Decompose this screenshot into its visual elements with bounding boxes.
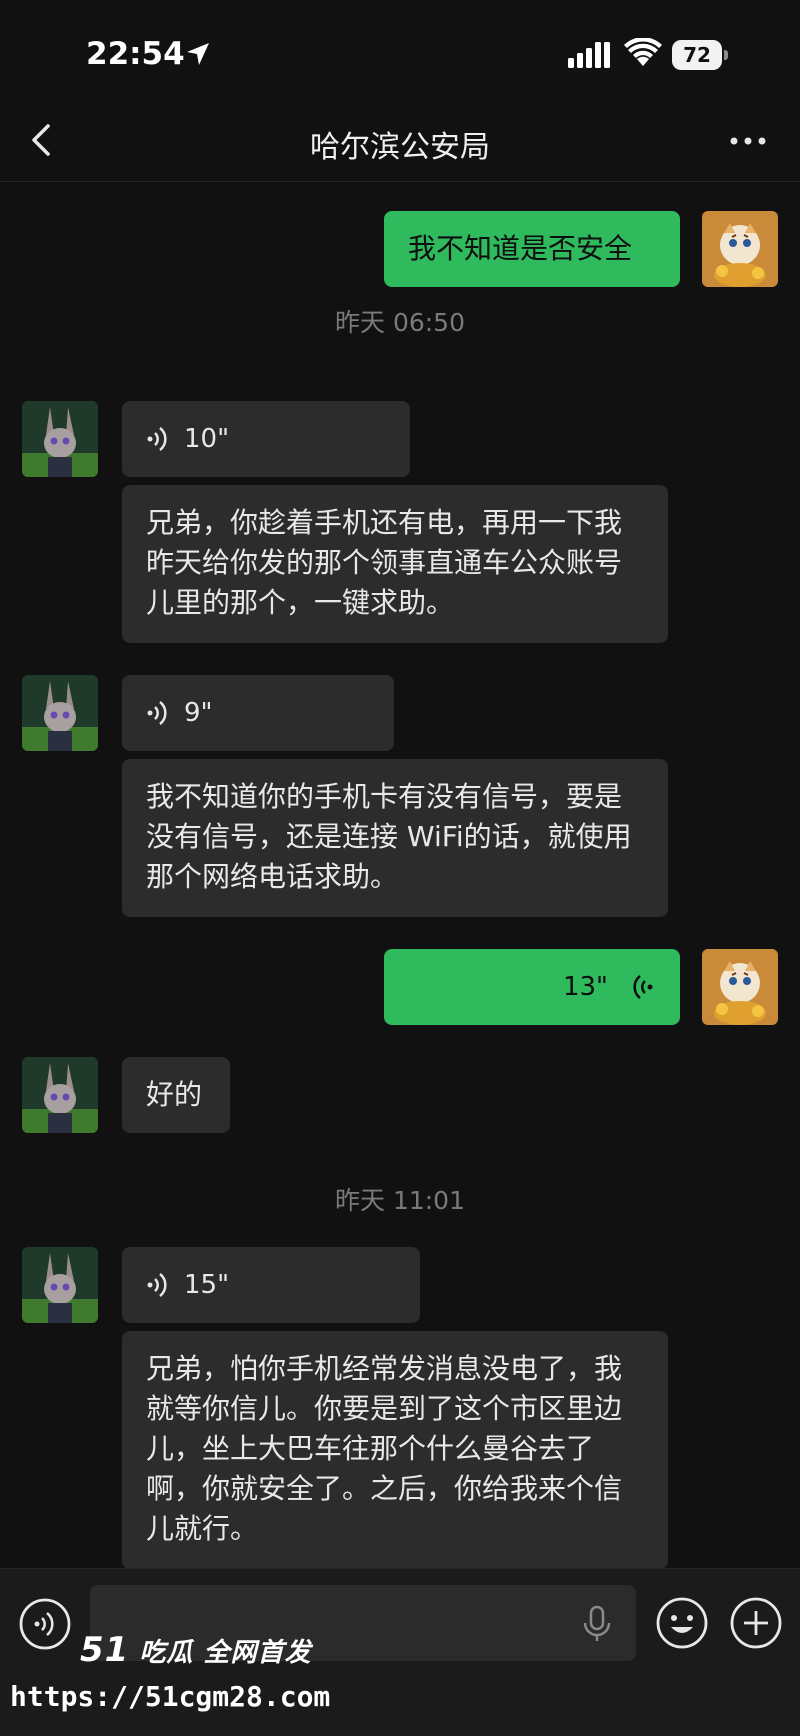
watermark-logo-number: 51 [80, 1630, 130, 1670]
voice-duration: 13" [562, 972, 608, 1002]
chat-header: 哈尔滨公安局 [0, 100, 800, 182]
message-text: 兄弟，你趁着手机还有电，再用一下我昨天给你发的那个领事直通车公众账号儿里的那个，… [146, 506, 623, 619]
voice-wave-icon [147, 1273, 167, 1297]
more-dots-icon[interactable] [726, 126, 770, 156]
voice-duration: 9" [184, 698, 213, 728]
voice-wave-icon [147, 701, 167, 725]
message-text: 我不知道你的手机卡有没有信号，要是没有信号，还是连接 WiFi的话，就使用那个网… [146, 780, 632, 893]
message-bubble-incoming[interactable]: 兄弟，怕你手机经常发消息没电了，我就等你信儿。你要是到了这个市区里边儿，坐上大巴… [122, 1331, 668, 1568]
status-time: 22:54 [86, 36, 185, 72]
microphone-icon[interactable] [580, 1605, 614, 1643]
voice-wave-icon [633, 975, 653, 999]
voice-message-bubble[interactable]: 10" [122, 401, 410, 477]
chevron-left-icon[interactable] [22, 118, 62, 162]
emoji-icon[interactable] [654, 1595, 710, 1651]
voice-duration: 10" [184, 424, 230, 454]
timestamp: 昨天 06:50 [335, 308, 465, 337]
message-text: 好的 [146, 1078, 203, 1111]
voice-duration: 15" [184, 1270, 230, 1300]
message-bubble-incoming[interactable]: 好的 [122, 1057, 230, 1133]
battery-indicator: 72 [672, 40, 728, 70]
message-bubble-outgoing[interactable]: 我不知道是否安全 [384, 211, 680, 287]
avatar-contact[interactable] [22, 675, 98, 751]
battery-level: 72 [683, 43, 711, 67]
voice-message-bubble-outgoing[interactable]: 13" [384, 949, 680, 1025]
avatar-self[interactable] [702, 949, 778, 1025]
avatar-self[interactable] [702, 211, 778, 287]
location-arrow-icon [187, 43, 209, 65]
chat-title: 哈尔滨公安局 [310, 130, 490, 165]
voice-message-bubble[interactable]: 9" [122, 675, 394, 751]
message-text: 兄弟，怕你手机经常发消息没电了，我就等你信儿。你要是到了这个市区里边儿，坐上大巴… [146, 1352, 623, 1545]
voice-message-bubble[interactable]: 15" [122, 1247, 420, 1323]
watermark-url: https://51cgm28.com [10, 1680, 331, 1713]
wifi-icon [624, 38, 662, 66]
watermark-logo-text: 吃瓜 全网首发 [139, 1638, 312, 1668]
message-bubble-incoming[interactable]: 兄弟，你趁着手机还有电，再用一下我昨天给你发的那个领事直通车公众账号儿里的那个，… [122, 485, 668, 643]
message-list[interactable]: 我不知道是否安全 昨天 06:50 10" 兄弟，你趁着手机还有电，再用一下我昨… [0, 183, 800, 1568]
avatar-contact[interactable] [22, 1247, 98, 1323]
voice-wave-icon [147, 427, 167, 451]
watermark-logo: 51 吃瓜 全网首发 [80, 1630, 311, 1670]
avatar-contact[interactable] [22, 401, 98, 477]
voice-mode-icon[interactable] [18, 1597, 72, 1651]
message-bubble-incoming[interactable]: 我不知道你的手机卡有没有信号，要是没有信号，还是连接 WiFi的话，就使用那个网… [122, 759, 668, 917]
message-text: 我不知道是否安全 [408, 232, 633, 265]
status-bar: 22:54 72 [0, 0, 800, 100]
cellular-signal-icon [568, 42, 610, 68]
timestamp: 昨天 11:01 [335, 1186, 465, 1215]
avatar-contact[interactable] [22, 1057, 98, 1133]
plus-icon[interactable] [728, 1595, 784, 1651]
